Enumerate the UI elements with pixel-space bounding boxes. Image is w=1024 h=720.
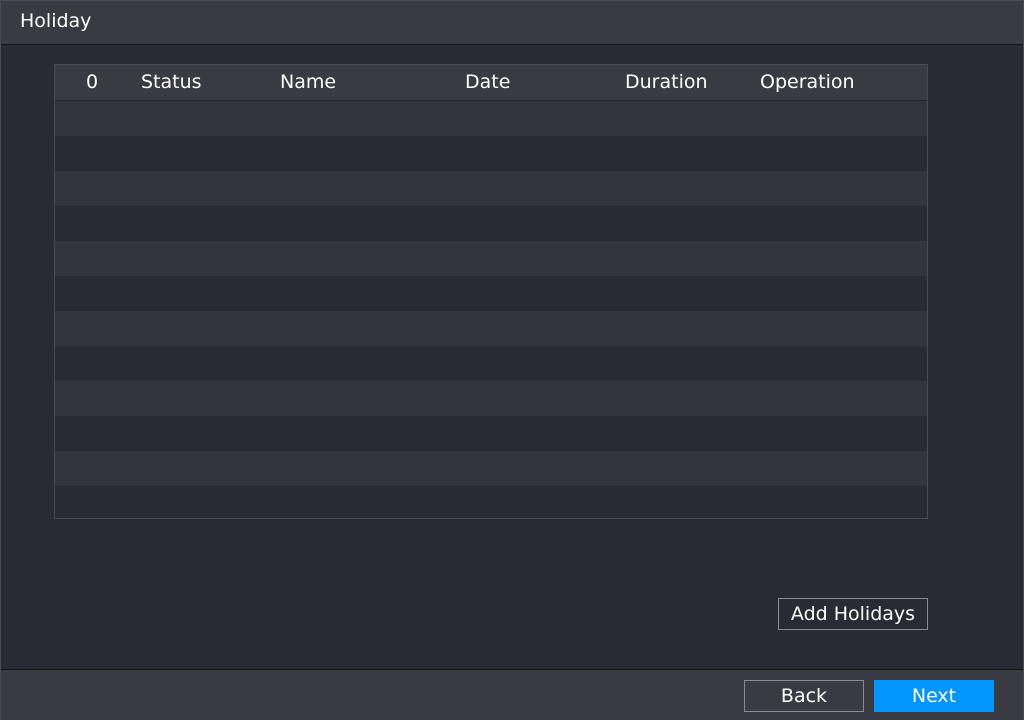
next-button[interactable]: Next — [874, 680, 994, 712]
back-button[interactable]: Back — [744, 680, 864, 712]
column-header-index[interactable]: 0 — [86, 71, 98, 93]
add-holidays-button[interactable]: Add Holidays — [778, 598, 928, 630]
footer-bar: Back Next — [1, 669, 1023, 720]
table-row — [55, 101, 927, 136]
table-row — [55, 346, 927, 381]
table-row — [55, 136, 927, 171]
column-header-operation: Operation — [760, 71, 855, 93]
window-title: Holiday — [20, 10, 92, 32]
table-row — [55, 416, 927, 451]
table-row — [55, 206, 927, 241]
column-header-duration: Duration — [625, 71, 708, 93]
column-header-date: Date — [465, 71, 511, 93]
table-row — [55, 241, 927, 276]
table-row — [55, 381, 927, 416]
column-header-name: Name — [280, 71, 337, 93]
table-row — [55, 311, 927, 346]
column-header-status: Status — [141, 71, 202, 93]
table-row — [55, 171, 927, 206]
table-header: 0 Status Name Date Duration Operation — [55, 65, 927, 101]
holiday-table: 0 Status Name Date Duration Operation — [54, 64, 928, 519]
holiday-window: Holiday 0 Status Name Date Duration Oper… — [0, 0, 1024, 720]
table-row — [55, 451, 927, 486]
table-row — [55, 486, 927, 518]
table-row — [55, 276, 927, 311]
title-bar: Holiday — [1, 1, 1023, 45]
